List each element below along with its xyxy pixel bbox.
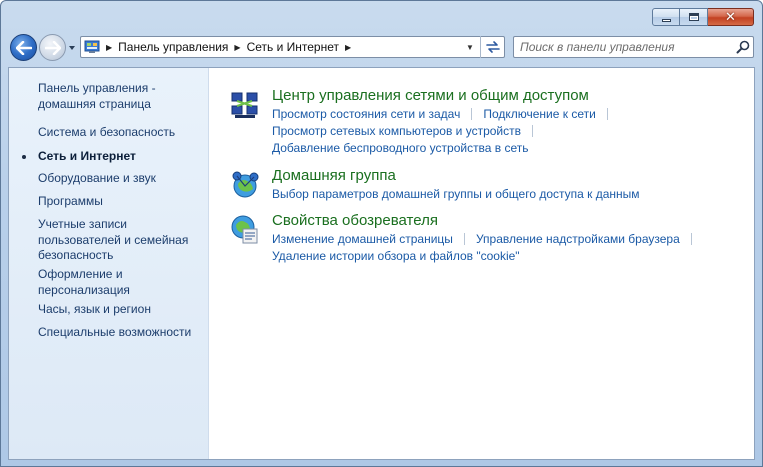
link-separator	[471, 108, 473, 120]
back-arrow-icon	[15, 40, 32, 55]
link-homegroup-settings[interactable]: Выбор параметров домашней группы и общег…	[272, 187, 640, 201]
minimize-icon	[661, 18, 671, 22]
sidebar-item-clock-language[interactable]: Часы, язык и регион	[38, 302, 206, 318]
section-title-network-center[interactable]: Центр управления сетями и общим доступом	[272, 87, 589, 104]
link-manage-addons[interactable]: Управление надстройками браузера	[476, 232, 680, 246]
link-row: Изменение домашней страницы Управление н…	[272, 232, 703, 246]
section-network-center: Центр управления сетями и общим доступом…	[210, 87, 754, 157]
link-row: Добавление беспроводного устройства в се…	[272, 141, 529, 155]
refresh-icon	[485, 41, 500, 53]
breadcrumb-label: Панель управления	[118, 40, 229, 54]
link-change-home-page[interactable]: Изменение домашней страницы	[272, 232, 453, 246]
maximize-button[interactable]	[680, 8, 708, 26]
refresh-button[interactable]	[480, 36, 504, 58]
caption-buttons: ✕	[652, 8, 754, 26]
active-bullet-icon	[22, 155, 26, 159]
link-connect-to-network[interactable]: Подключение к сети	[483, 107, 595, 121]
back-button[interactable]	[10, 34, 37, 61]
sidebar-item-home[interactable]: Панель управления - домашняя страница	[38, 81, 206, 112]
address-bar[interactable]: ▶ Панель управления ▶ Сеть и Интернет ▶ …	[80, 36, 505, 58]
search-icon[interactable]	[733, 37, 753, 57]
link-view-network-computers[interactable]: Просмотр сетевых компьютеров и устройств	[272, 124, 521, 138]
maximize-icon	[688, 13, 699, 21]
sidebar-item-user-accounts[interactable]: Учетные записи пользователей и семейная …	[38, 217, 206, 264]
section-title-homegroup[interactable]: Домашняя группа	[272, 167, 396, 184]
sidebar: Панель управления - домашняя страница Си…	[9, 68, 209, 459]
breadcrumb-item-network-internet[interactable]: Сеть и Интернет	[247, 37, 339, 57]
sidebar-item-hardware-sound[interactable]: Оборудование и звук	[38, 171, 206, 187]
forward-button[interactable]	[39, 34, 66, 61]
link-view-network-status[interactable]: Просмотр состояния сети и задач	[272, 107, 460, 121]
section-internet-options: Свойства обозревателя Изменение домашней…	[210, 212, 754, 272]
close-button[interactable]: ✕	[708, 8, 754, 26]
section-homegroup: Домашняя группа Выбор параметров домашне…	[210, 167, 754, 207]
link-separator	[532, 125, 533, 137]
search-box	[513, 36, 754, 58]
link-row: Удаление истории обзора и файлов "cookie…	[272, 249, 520, 263]
forward-arrow-icon	[44, 40, 61, 55]
internet-options-icon[interactable]	[228, 212, 262, 246]
breadcrumb-arrow-icon[interactable]: ▶	[345, 43, 351, 52]
homegroup-icon[interactable]	[228, 167, 262, 201]
main-panel: Центр управления сетями и общим доступом…	[210, 68, 754, 459]
window: ✕ ▶ Панель управления ▶ Сеть и Интернет …	[0, 0, 763, 467]
content-area: Панель управления - домашняя страница Си…	[8, 67, 755, 460]
network-center-icon[interactable]	[228, 87, 262, 121]
breadcrumb-arrow-icon[interactable]: ▶	[234, 43, 240, 52]
link-row: Выбор параметров домашней группы и общег…	[272, 187, 640, 201]
sidebar-item-system-security[interactable]: Система и безопасность	[38, 125, 206, 141]
link-add-wireless-device[interactable]: Добавление беспроводного устройства в се…	[272, 141, 529, 155]
link-row: Просмотр состояния сети и задач Подключе…	[272, 107, 619, 121]
breadcrumb-arrow-icon[interactable]: ▶	[106, 43, 112, 52]
address-history-dropdown[interactable]: ▼	[462, 37, 478, 57]
sidebar-item-appearance[interactable]: Оформление и персонализация	[38, 267, 206, 298]
search-input[interactable]	[520, 38, 733, 56]
control-panel-icon	[84, 40, 100, 53]
link-separator	[463, 233, 465, 245]
recent-pages-dropdown[interactable]	[68, 44, 76, 52]
sidebar-item-programs[interactable]: Программы	[38, 194, 206, 210]
minimize-button[interactable]	[652, 8, 680, 26]
breadcrumb-item-control-panel[interactable]: Панель управления	[118, 37, 228, 57]
sidebar-item-accessibility[interactable]: Специальные возможности	[38, 325, 206, 341]
breadcrumb-label: Сеть и Интернет	[246, 40, 339, 54]
link-separator	[690, 233, 692, 245]
close-icon: ✕	[725, 9, 736, 25]
navigation-bar: ▶ Панель управления ▶ Сеть и Интернет ▶ …	[1, 32, 762, 62]
section-title-internet-options[interactable]: Свойства обозревателя	[272, 212, 438, 229]
sidebar-item-network-internet[interactable]: Сеть и Интернет	[38, 149, 206, 165]
link-separator	[606, 108, 608, 120]
link-row: Просмотр сетевых компьютеров и устройств	[272, 124, 544, 138]
link-delete-history-cookies[interactable]: Удаление истории обзора и файлов "cookie…	[272, 249, 520, 263]
